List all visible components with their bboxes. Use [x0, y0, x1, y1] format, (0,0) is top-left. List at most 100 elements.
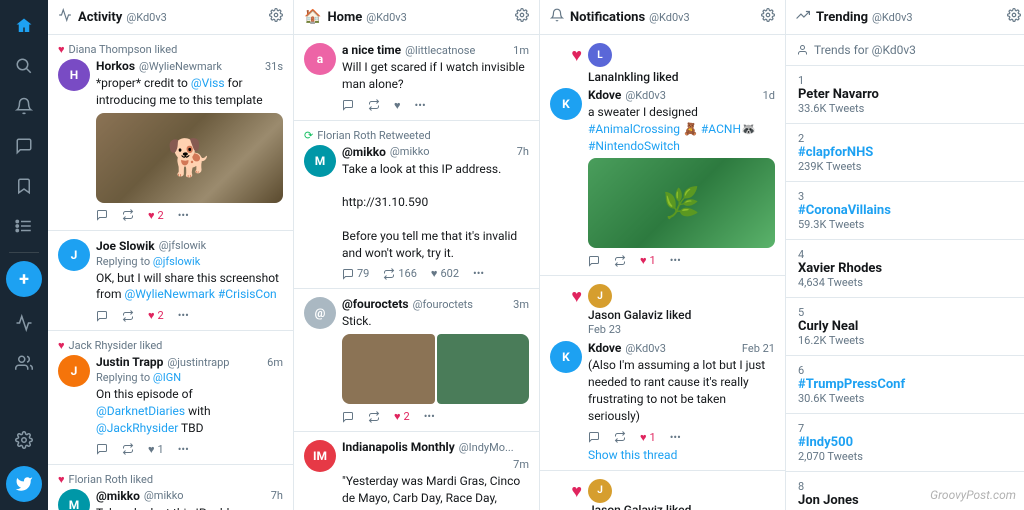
- notification-1[interactable]: ♥ L LanaInkling liked K: [540, 35, 785, 276]
- retweet-action[interactable]: [614, 431, 626, 443]
- reply-action[interactable]: [342, 411, 354, 423]
- retweet-action[interactable]: [122, 443, 134, 455]
- trending-column: Trending @Kd0v3 Trends for @Kd0v3 1 Pete…: [786, 0, 1024, 510]
- more-action[interactable]: •••: [178, 443, 189, 456]
- home-column-header: 🏠 Home @Kd0v3: [294, 0, 539, 35]
- notification-2[interactable]: ♥ J Jason Galaviz liked Feb 23: [540, 276, 785, 470]
- like-count: 1: [650, 431, 656, 444]
- sidebar-divider: [9, 252, 39, 253]
- notifications-column-header: Notifications @Kd0v3: [540, 0, 785, 35]
- notif-3-liker-content: J Jason Galaviz liked Feb 23: [588, 479, 775, 510]
- home-tweet-2-name: @mikko: [342, 145, 386, 159]
- like-action[interactable]: ♥2: [394, 410, 410, 423]
- notifications-header-icon: [550, 8, 564, 26]
- retweet-action[interactable]: [368, 411, 380, 423]
- home-tweet-3-handle: @fouroctets: [413, 298, 473, 311]
- sidebar-settings-icon[interactable]: [6, 422, 42, 458]
- more-action[interactable]: •••: [670, 254, 681, 267]
- home-tweet-2-rt-text: Florian Roth Retweeted: [317, 129, 430, 142]
- trend-item-4[interactable]: 4 Xavier Rhodes 4,634 Tweets: [786, 240, 1024, 298]
- activity-tweet-3[interactable]: ♥ Jack Rhysider liked J Justin Trapp @ju…: [48, 331, 293, 464]
- sidebar-people-icon[interactable]: [6, 345, 42, 381]
- home-settings-icon[interactable]: [515, 8, 529, 26]
- home-tweet-2-rt-meta: ⟳ Florian Roth Retweeted: [304, 129, 529, 142]
- like-action[interactable]: ♥1: [640, 254, 656, 267]
- retweet-action[interactable]: [614, 255, 626, 267]
- like-action[interactable]: ♥2: [148, 309, 164, 322]
- retweet-action[interactable]: [368, 99, 380, 111]
- activity-tweet-3-text: On this episode of @DarknetDiaries with …: [96, 386, 283, 436]
- retweet-action[interactable]: [122, 310, 134, 322]
- like-action[interactable]: ♥2: [148, 209, 164, 222]
- reply-action[interactable]: [96, 443, 108, 455]
- reply-action[interactable]: [96, 310, 108, 322]
- activity-tweet-1[interactable]: ♥ Diana Thompson liked H Horkos @WylieNe…: [48, 35, 293, 231]
- retweet-action[interactable]: [122, 209, 134, 221]
- like-count: 2: [158, 309, 164, 322]
- home-tweet-4-text: "Yesterday was Mardi Gras, Cinco de Mayo…: [342, 473, 529, 510]
- notif-2-liker-avatar: J: [588, 284, 612, 308]
- activity-column: Activity @Kd0v3 ♥ Diana Thompson liked H: [48, 0, 294, 510]
- activity-settings-icon[interactable]: [269, 8, 283, 26]
- trend-item-2[interactable]: 2 #clapforNHS 239K Tweets: [786, 124, 1024, 182]
- activity-tweet-2[interactable]: J Joe Slowik @jfslowik Replying to @jfsl…: [48, 231, 293, 332]
- sidebar-activity-icon[interactable]: [6, 305, 42, 341]
- retweet-action[interactable]: 166: [383, 267, 417, 280]
- trend-7-name: #Indy500: [798, 435, 1019, 450]
- more-action[interactable]: •••: [178, 209, 189, 222]
- sidebar-messages-icon[interactable]: [6, 128, 42, 164]
- activity-tweet-4-meta: ♥ Florian Roth liked: [58, 473, 283, 486]
- reply-action[interactable]: [588, 255, 600, 267]
- trend-4-count: 4,634 Tweets: [798, 276, 1019, 289]
- show-thread-2[interactable]: Show this thread: [588, 448, 775, 462]
- sidebar-bookmarks-icon[interactable]: [6, 168, 42, 204]
- home-tweet-1-handle: @littlecatnose: [405, 44, 475, 57]
- trending-column-header: Trending @Kd0v3: [786, 0, 1024, 35]
- notif-3-liker-avatar: J: [588, 479, 612, 503]
- like-action[interactable]: ♥602: [431, 267, 459, 280]
- home-tweet-2[interactable]: ⟳ Florian Roth Retweeted M @mikko @mikko…: [294, 121, 539, 290]
- trend-item-7[interactable]: 7 #Indy500 2,070 Tweets: [786, 414, 1024, 472]
- activity-tweet-2-reply: Replying to @jfslowik: [96, 255, 283, 268]
- notif-2-liker-content: J Jason Galaviz liked Feb 23: [588, 284, 775, 337]
- activity-tweet-1-meta: ♥ Diana Thompson liked: [58, 43, 283, 56]
- activity-tweet-4-time: 7h: [271, 489, 283, 502]
- reply-action[interactable]: 79: [342, 267, 369, 280]
- reply-action[interactable]: [342, 99, 354, 111]
- notif-2-handle: @Kd0v3: [625, 342, 666, 355]
- notif-2-time: Feb 21: [742, 342, 775, 355]
- reply-action[interactable]: [588, 431, 600, 443]
- more-action[interactable]: •••: [178, 309, 189, 322]
- more-action[interactable]: •••: [670, 431, 681, 444]
- notification-3[interactable]: ♥ J Jason Galaviz liked Feb 23: [540, 471, 785, 510]
- trend-item-6[interactable]: 6 #TrumpPressConf 30.6K Tweets: [786, 356, 1024, 414]
- sidebar-home-icon[interactable]: [6, 8, 42, 44]
- trending-settings-icon[interactable]: [1007, 8, 1021, 26]
- trend-item-5[interactable]: 5 Curly Neal 16.2K Tweets: [786, 298, 1024, 356]
- trend-item-1[interactable]: 1 Peter Navarro 33.6K Tweets: [786, 66, 1024, 124]
- sidebar-notifications-icon[interactable]: [6, 88, 42, 124]
- more-action[interactable]: •••: [424, 410, 435, 423]
- like-action[interactable]: ♥1: [640, 431, 656, 444]
- sidebar-compose-icon[interactable]: +: [6, 261, 42, 297]
- trend-5-count: 16.2K Tweets: [798, 334, 1019, 347]
- trend-7-num: 7: [798, 422, 1019, 435]
- more-action[interactable]: •••: [473, 267, 484, 280]
- reply-action[interactable]: [96, 209, 108, 221]
- home-tweet-4[interactable]: IM Indianapolis Monthly @IndyMo... 7m "Y…: [294, 432, 539, 510]
- trend-item-3[interactable]: 3 #CoronaVillains 59.3K Tweets: [786, 182, 1024, 240]
- sidebar-search-icon[interactable]: [6, 48, 42, 84]
- trending-header-icon: [796, 8, 810, 26]
- sidebar-lists-icon[interactable]: [6, 208, 42, 244]
- like-count: 1: [650, 254, 656, 267]
- more-action[interactable]: •••: [415, 99, 426, 112]
- sidebar-twitter-button[interactable]: [6, 466, 42, 502]
- like-action[interactable]: ♥1: [148, 443, 164, 456]
- notifications-settings-icon[interactable]: [761, 8, 775, 26]
- activity-tweet-4[interactable]: ♥ Florian Roth liked M @mikko @mikko 7h: [48, 465, 293, 510]
- like-action[interactable]: ♥: [394, 99, 401, 112]
- leaf-image: [437, 334, 530, 404]
- notif-1-liker-text: LanaInkling liked: [588, 70, 775, 84]
- home-tweet-1[interactable]: a a nice time @littlecatnose 1m Will I g…: [294, 35, 539, 121]
- home-tweet-3[interactable]: @ @fouroctets @fouroctets 3m Stick.: [294, 289, 539, 432]
